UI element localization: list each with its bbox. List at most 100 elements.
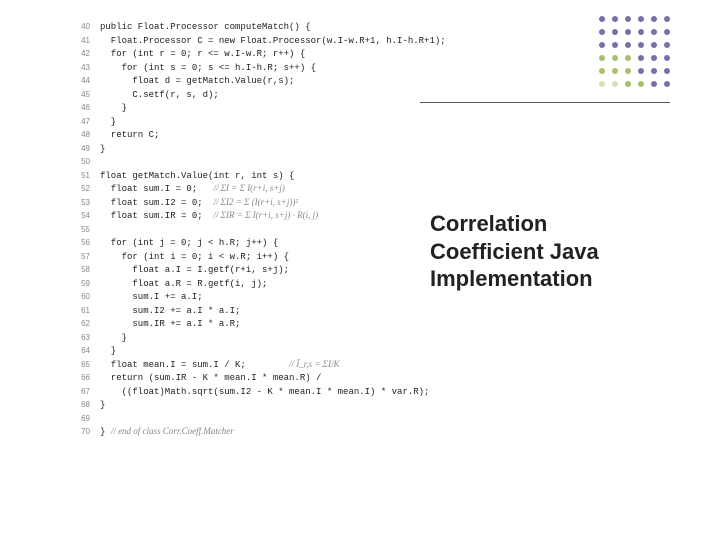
code-text: float a.R = R.getf(i, j); [100,278,267,292]
dot [651,29,657,35]
line-number: 56 [70,236,90,250]
dot [664,81,670,87]
code-text: sum.IR += a.I * a.R; [100,318,240,332]
dot [638,29,644,35]
line-number: 55 [70,223,90,237]
dot [651,42,657,48]
line-number: 58 [70,263,90,277]
code-line: 51 float getMatch.Value(int r, int s) { [70,169,410,183]
line-number: 66 [70,371,90,385]
line-number: 53 [70,196,90,210]
dot [664,16,670,22]
dot [638,81,644,87]
line-number: 59 [70,277,90,291]
code-line: 61 sum.I2 += a.I * a.I; [70,304,410,318]
code-text: for (int s = 0; s <= h.I-h.R; s++) { [100,62,316,76]
code-line: 67 ((float)Math.sqrt(sum.I2 - K * mean.I… [70,385,410,399]
code-text: } [100,102,127,116]
line-number: 41 [70,34,90,48]
code-line: 62 sum.IR += a.I * a.R; [70,317,410,331]
title-line-2: Coefficient Java [430,238,660,266]
code-text: sum.I2 += a.I * a.I; [100,305,240,319]
line-number: 43 [70,61,90,75]
code-line: 42 for (int r = 0; r <= w.I-w.R; r++) { [70,47,410,61]
code-text: Float.Processor C = new Float.Processor(… [100,35,446,49]
dot [651,81,657,87]
line-number: 40 [70,20,90,34]
code-line: 70} // end of class Corr.Coeff.Matcher [70,425,410,439]
line-number: 51 [70,169,90,183]
dot [612,16,618,22]
code-line: 40public Float.Processor computeMatch() … [70,20,410,34]
dot [599,42,605,48]
dot [625,68,631,74]
dot [599,16,605,22]
line-number: 52 [70,182,90,196]
code-text: C.setf(r, s, d); [100,89,219,103]
line-number: 61 [70,304,90,318]
dot [638,55,644,61]
dot [664,42,670,48]
code-line: 54 float sum.IR = 0; // ΣIR = Σ I(r+i, s… [70,209,410,223]
code-line: 50 [70,155,410,169]
dot [599,29,605,35]
code-line: 63 } [70,331,410,345]
dot [638,68,644,74]
code-line: 56 for (int j = 0; j < h.R; j++) { [70,236,410,250]
code-line: 44 float d = getMatch.Value(r,s); [70,74,410,88]
line-number: 65 [70,358,90,372]
dot [599,55,605,61]
dot [625,81,631,87]
line-number: 54 [70,209,90,223]
code-text: } [100,116,116,130]
code-line: 58 float a.I = I.getf(r+i, s+j); [70,263,410,277]
code-text: for (int j = 0; j < h.R; j++) { [100,237,278,251]
line-number: 64 [70,344,90,358]
line-number: 63 [70,331,90,345]
code-line: 46 } [70,101,410,115]
code-line: 43 for (int s = 0; s <= h.I-h.R; s++) { [70,61,410,75]
line-number: 67 [70,385,90,399]
code-line: 64 } [70,344,410,358]
line-number: 46 [70,101,90,115]
code-line: 69 [70,412,410,426]
code-text: } [100,345,116,359]
code-text: sum.I += a.I; [100,291,203,305]
dot [625,55,631,61]
code-line: 47 } [70,115,410,129]
code-line: 41 Float.Processor C = new Float.Process… [70,34,410,48]
code-line: 55 [70,223,410,237]
code-text: float a.I = I.getf(r+i, s+j); [100,264,289,278]
slide-title: Correlation Coefficient Java Implementat… [430,210,660,293]
line-number: 45 [70,88,90,102]
line-number: 70 [70,425,90,439]
line-number: 62 [70,317,90,331]
dot [638,42,644,48]
code-text: return (sum.IR - K * mean.I * mean.R) / [100,372,321,386]
dot [651,16,657,22]
code-text: for (int i = 0; i < w.R; i++) { [100,251,289,265]
dot [612,81,618,87]
code-text: return C; [100,129,159,143]
code-text: } [100,143,105,157]
code-text: ((float)Math.sqrt(sum.I2 - K * mean.I * … [100,386,429,400]
line-number: 68 [70,398,90,412]
line-number: 42 [70,47,90,61]
dot [651,55,657,61]
dot [651,68,657,74]
line-number: 69 [70,412,90,426]
line-number: 49 [70,142,90,156]
dot [612,42,618,48]
dot [612,29,618,35]
line-number: 60 [70,290,90,304]
dot [664,29,670,35]
code-text: float getMatch.Value(int r, int s) { [100,170,294,184]
line-number: 50 [70,155,90,169]
line-number: 47 [70,115,90,129]
line-number: 44 [70,74,90,88]
title-line-3: Implementation [430,265,660,293]
dot [625,16,631,22]
dot [599,81,605,87]
dot [599,68,605,74]
code-line: 60 sum.I += a.I; [70,290,410,304]
